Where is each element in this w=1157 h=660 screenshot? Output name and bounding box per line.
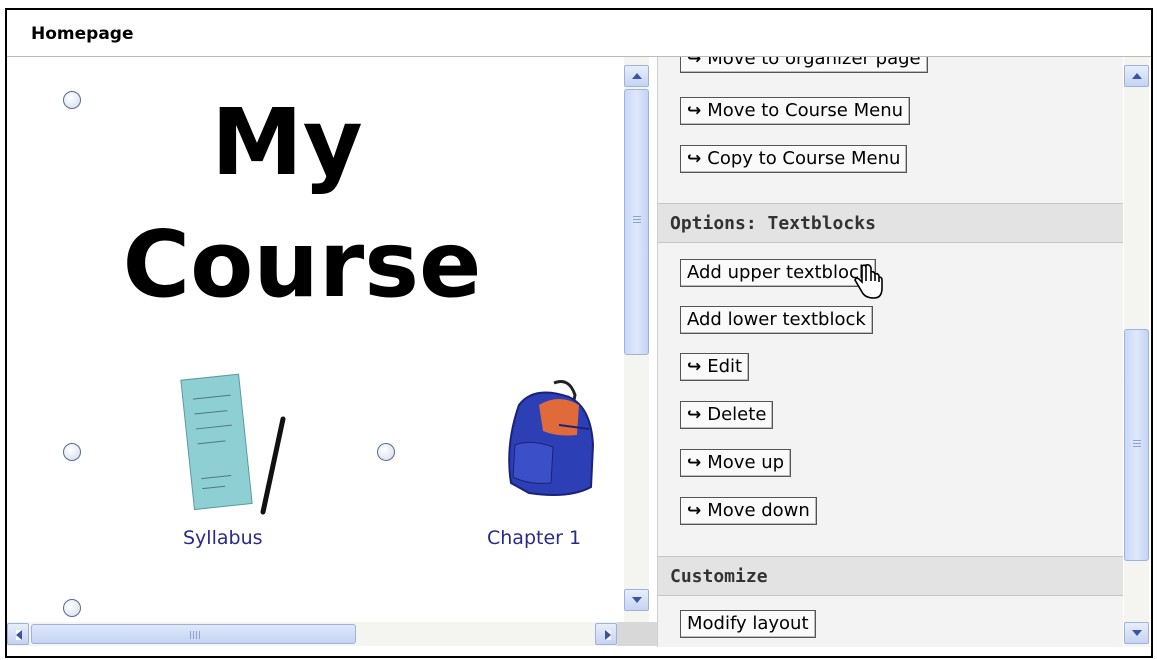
arrow-up-icon: [1132, 73, 1142, 79]
hand-cursor-icon: [854, 264, 883, 299]
options-panel: ↪ Move to organizer page ↪ Move to Course …: [657, 57, 1123, 647]
button-label: Move to Course Menu: [707, 100, 904, 121]
move-down-button[interactable]: ↪ Move down: [680, 497, 817, 525]
arrow-down-icon: [632, 597, 642, 603]
curved-arrow-icon: ↪: [687, 101, 702, 121]
scroll-up-button[interactable]: [624, 65, 649, 87]
add-lower-textblock-button[interactable]: Add lower textblock: [680, 306, 873, 334]
button-label: Add upper textblock: [687, 262, 870, 283]
syllabus-icon[interactable]: [175, 367, 295, 517]
button-label: Delete: [707, 404, 767, 425]
scroll-down-button[interactable]: [1124, 622, 1149, 644]
arrow-left-icon: [16, 630, 22, 640]
move-to-course-menu-button[interactable]: ↪ Move to Course Menu: [680, 97, 911, 125]
add-upper-textblock-button[interactable]: Add upper textblock: [680, 259, 877, 287]
page-header: Homepage: [7, 10, 1151, 57]
button-label: Move down: [707, 500, 810, 521]
curved-arrow-icon: ↪: [687, 57, 702, 69]
radio-button-chapter1[interactable]: [377, 443, 395, 461]
edit-button[interactable]: ↪ Edit: [680, 353, 750, 381]
scroll-up-button[interactable]: [1124, 65, 1149, 87]
left-vertical-scrollbar[interactable]: [624, 57, 649, 622]
button-label: Add lower textblock: [687, 309, 866, 330]
scroll-right-button[interactable]: [595, 623, 617, 645]
curved-arrow-icon: ↪: [687, 357, 702, 377]
course-title-line2: Course: [122, 211, 482, 318]
button-label: Copy to Course Menu: [707, 148, 901, 169]
chapter1-link[interactable]: Chapter 1: [487, 527, 581, 549]
copy-to-course-menu-button[interactable]: ↪ Copy to Course Menu: [680, 145, 908, 173]
hscroll-thumb[interactable]: [31, 624, 356, 644]
backpack-icon[interactable]: [499, 375, 599, 500]
section-textblocks: Options: Textblocks: [658, 203, 1123, 243]
curved-arrow-icon: ↪: [687, 405, 702, 425]
arrow-down-icon: [1132, 630, 1142, 636]
button-label: Move up: [707, 452, 785, 473]
modify-layout-button[interactable]: Modify layout: [680, 610, 816, 638]
section-title: Options: Textblocks: [670, 213, 876, 234]
course-preview-pane: My Course Syllabus Chapter 1: [7, 57, 617, 622]
button-label: Edit: [707, 356, 743, 377]
curved-arrow-icon: ↪: [687, 149, 702, 169]
radio-button-next[interactable]: [63, 599, 81, 617]
course-title-line1: My: [211, 89, 363, 196]
section-customize: Customize: [658, 556, 1123, 596]
right-vscroll-thumb[interactable]: [1124, 329, 1149, 561]
page-title: Homepage: [31, 24, 134, 44]
button-label: Move to organizer page: [707, 57, 921, 69]
arrow-right-icon: [605, 630, 611, 640]
move-up-button[interactable]: ↪ Move up: [680, 449, 792, 477]
button-label: Modify layout: [687, 613, 809, 634]
horizontal-scrollbar[interactable]: [7, 622, 617, 646]
right-vertical-scrollbar[interactable]: [1124, 57, 1149, 647]
arrow-up-icon: [632, 73, 642, 79]
curved-arrow-icon: ↪: [687, 453, 702, 473]
radio-button-syllabus[interactable]: [63, 443, 81, 461]
scroll-left-button[interactable]: [7, 623, 29, 645]
window-frame: Homepage My Course Syllabus Chapter 1 ↪ …: [5, 8, 1153, 658]
scrollbar-corner: [617, 622, 657, 646]
section-title: Customize: [670, 566, 768, 587]
syllabus-link[interactable]: Syllabus: [183, 527, 263, 549]
scroll-down-button[interactable]: [624, 589, 649, 611]
curved-arrow-icon: ↪: [687, 501, 702, 521]
delete-button[interactable]: ↪ Delete: [680, 401, 774, 429]
move-to-organizer-button[interactable]: ↪ Move to organizer page: [680, 57, 928, 73]
left-vscroll-thumb[interactable]: [624, 89, 649, 355]
